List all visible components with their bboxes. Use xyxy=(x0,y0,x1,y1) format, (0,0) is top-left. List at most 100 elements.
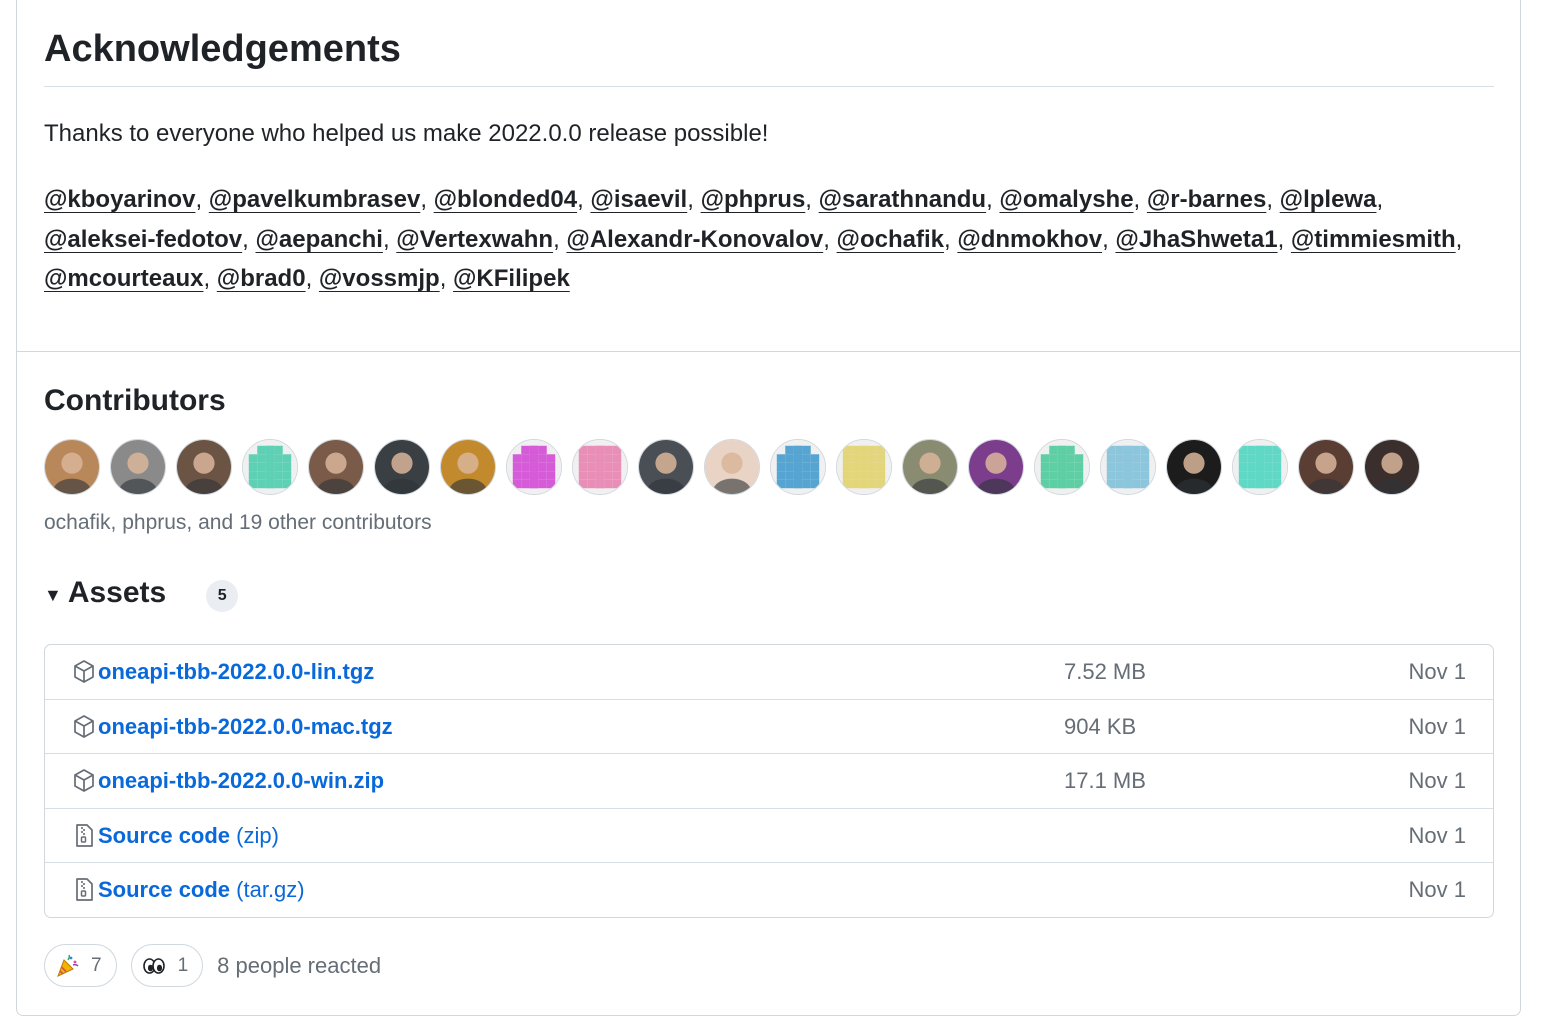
asset-date: Nov 1 xyxy=(1408,713,1466,739)
assets-toggle[interactable]: ▼ Assets 5 xyxy=(44,574,239,612)
mention-link[interactable]: @aleksei-fedotov xyxy=(44,226,242,253)
package-icon xyxy=(72,714,96,740)
contributor-avatar[interactable] xyxy=(1298,439,1354,495)
mention-link[interactable]: @pavelkumbrasev xyxy=(209,186,421,213)
asset-format-label: (tar.gz) xyxy=(230,877,305,903)
package-icon xyxy=(72,659,96,685)
asset-row: Source code (tar.gz) Nov 1 xyxy=(45,863,1493,917)
reaction-button[interactable]: 1 xyxy=(130,944,204,987)
mention-separator: , xyxy=(943,225,958,253)
reaction-count: 1 xyxy=(177,954,189,976)
asset-download-link[interactable]: oneapi-tbb-2022.0.0-win.zip xyxy=(98,768,384,794)
asset-row: Source code (zip) Nov 1 xyxy=(45,809,1493,864)
contributor-avatar[interactable] xyxy=(704,439,760,495)
mention-separator: , xyxy=(805,186,819,213)
mention-link[interactable]: @lplewa xyxy=(1280,186,1377,213)
asset-download-link[interactable]: oneapi-tbb-2022.0.0-lin.tgz xyxy=(98,659,374,685)
mention-separator: , xyxy=(1102,225,1116,253)
mention-link[interactable]: @blonded04 xyxy=(434,186,577,213)
asset-size: 904 KB xyxy=(1064,713,1137,739)
mention-link[interactable]: @kboyarinov xyxy=(44,186,195,213)
mention-link[interactable]: @Vertexwahn xyxy=(396,226,553,253)
reaction-count: 7 xyxy=(91,954,102,976)
mentions-list: @kboyarinov, @pavelkumbrasev, @blonded04… xyxy=(44,180,1484,299)
mention-separator: , xyxy=(1376,186,1384,213)
mention-link[interactable]: @vossmjp xyxy=(319,265,440,292)
package-icon xyxy=(72,768,96,794)
acknowledgements-heading: Acknowledgements xyxy=(44,28,401,70)
contributor-avatar[interactable] xyxy=(572,439,628,495)
contributor-avatar[interactable] xyxy=(242,439,298,495)
mention-separator: , xyxy=(553,225,567,253)
mention-link[interactable]: @omalyshe xyxy=(999,186,1133,213)
asset-name: Source code xyxy=(98,877,231,903)
contributor-avatar[interactable] xyxy=(176,439,232,495)
contributor-avatar[interactable] xyxy=(1034,439,1090,495)
mention-link[interactable]: @aepanchi xyxy=(255,226,382,253)
file-zip-icon xyxy=(72,877,96,903)
asset-download-link[interactable]: Source code (tar.gz) xyxy=(98,877,305,903)
mention-link[interactable]: @timmiesmith xyxy=(1291,226,1456,253)
mention-link[interactable]: @mcourteaux xyxy=(44,265,203,292)
mention-separator: , xyxy=(382,225,397,253)
asset-row: oneapi-tbb-2022.0.0-win.zip 17.1 MB Nov 1 xyxy=(45,754,1493,809)
contributor-avatar[interactable] xyxy=(440,439,496,495)
contributor-avatar[interactable] xyxy=(902,439,958,495)
contributor-avatar[interactable] xyxy=(308,439,364,495)
mention-separator: , xyxy=(1455,225,1463,253)
mention-separator: , xyxy=(687,186,701,213)
thanks-text: Thanks to everyone who helped us make 20… xyxy=(44,120,769,147)
mention-link[interactable]: @Alexandr-Konovalov xyxy=(566,226,823,253)
contributor-avatar[interactable] xyxy=(1232,439,1288,495)
contributor-avatar[interactable] xyxy=(770,439,826,495)
contributors-summary[interactable]: ochafik, phprus, and 19 other contributo… xyxy=(44,511,432,535)
mention-link[interactable]: @r-barnes xyxy=(1147,186,1266,213)
contributor-avatar[interactable] xyxy=(638,439,694,495)
contributor-avatars xyxy=(44,439,1420,495)
mention-separator: , xyxy=(577,186,591,213)
mention-separator: , xyxy=(203,265,217,292)
asset-format-label: (zip) xyxy=(230,822,279,848)
assets-count-badge: 5 xyxy=(206,580,239,612)
mention-link[interactable]: @ochafik xyxy=(837,226,944,253)
mention-separator: , xyxy=(305,265,319,292)
asset-row: oneapi-tbb-2022.0.0-lin.tgz 7.52 MB Nov 1 xyxy=(45,645,1493,700)
asset-download-link[interactable]: Source code (zip) xyxy=(98,823,279,849)
asset-date: Nov 1 xyxy=(1408,877,1466,903)
contributor-avatar[interactable] xyxy=(836,439,892,495)
mention-separator: , xyxy=(195,186,209,213)
contributor-avatar[interactable] xyxy=(1364,439,1420,495)
contributor-avatar[interactable] xyxy=(374,439,430,495)
assets-heading: Assets xyxy=(67,576,167,609)
mention-link[interactable]: @phprus xyxy=(701,186,806,213)
asset-name: oneapi-tbb-2022.0.0-win.zip xyxy=(98,768,385,794)
reactions-bar: 7 1 8 people reacted xyxy=(44,944,381,987)
tada-icon xyxy=(55,954,79,978)
mention-link[interactable]: @JhaShweta1 xyxy=(1115,226,1277,253)
asset-name: oneapi-tbb-2022.0.0-lin.tgz xyxy=(98,659,375,684)
asset-download-link[interactable]: oneapi-tbb-2022.0.0-mac.tgz xyxy=(98,714,393,740)
asset-row: oneapi-tbb-2022.0.0-mac.tgz 904 KB Nov 1 xyxy=(45,700,1493,755)
asset-name: Source code xyxy=(98,822,231,848)
contributor-avatar[interactable] xyxy=(1166,439,1222,495)
mention-separator: , xyxy=(1266,186,1280,213)
caret-down-icon: ▼ xyxy=(44,584,62,605)
reaction-button[interactable]: 7 xyxy=(44,944,117,987)
mention-separator: , xyxy=(439,265,454,292)
asset-name: oneapi-tbb-2022.0.0-mac.tgz xyxy=(98,713,393,739)
mention-separator: , xyxy=(242,225,256,253)
mention-link[interactable]: @dnmokhov xyxy=(957,226,1102,253)
contributor-avatar[interactable] xyxy=(1100,439,1156,495)
contributors-heading: Contributors xyxy=(44,384,226,417)
mention-link[interactable]: @KFilipek xyxy=(453,265,570,292)
contributor-avatar[interactable] xyxy=(506,439,562,495)
mention-link[interactable]: @isaevil xyxy=(590,186,687,213)
contributor-avatar[interactable] xyxy=(968,439,1024,495)
contributor-avatar[interactable] xyxy=(44,439,100,495)
file-zip-icon xyxy=(72,823,96,849)
mention-link[interactable]: @sarathnandu xyxy=(819,186,986,213)
contributor-avatar[interactable] xyxy=(110,439,166,495)
mention-link[interactable]: @brad0 xyxy=(217,265,306,292)
mention-separator: , xyxy=(1277,225,1291,253)
mention-separator: , xyxy=(420,186,434,213)
